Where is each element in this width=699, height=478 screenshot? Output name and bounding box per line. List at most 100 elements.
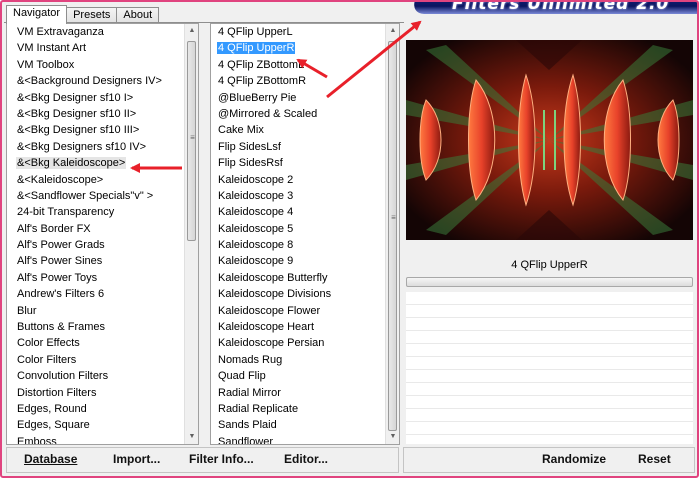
filter-info-button[interactable]: Filter Info...	[189, 452, 254, 466]
filter-list-item[interactable]: Flip SidesLsf	[211, 139, 399, 155]
filter-item-label: Kaleidoscope Heart	[218, 321, 315, 334]
category-item-label: &<Bkg Designer sf10 I>	[17, 91, 134, 104]
filter-list-item[interactable]: Quad Flip	[211, 368, 399, 384]
filter-list-item[interactable]: Sands Plaid	[211, 417, 399, 433]
scroll-up-icon[interactable]: ▲	[185, 24, 198, 38]
category-list-item[interactable]: &<Sandflower Specials"v" >	[7, 188, 198, 204]
category-list-item[interactable]: VM Toolbox	[7, 57, 198, 73]
filter-list-item[interactable]: Sandflower	[211, 434, 399, 444]
category-item-label: Alf's Power Grads	[17, 239, 105, 252]
filter-list-item[interactable]: Radial Replicate	[211, 401, 399, 417]
filter-list-item[interactable]: @BlueBerry Pie	[211, 90, 399, 106]
category-item-label: Convolution Filters	[17, 370, 109, 383]
category-list-item[interactable]: &<Kaleidoscope>	[7, 172, 198, 188]
category-list-item[interactable]: Color Filters	[7, 352, 198, 368]
filter-list-item[interactable]: 4 QFlip UpperR	[211, 40, 399, 56]
database-button[interactable]: Database	[24, 452, 77, 466]
category-list-item[interactable]: &<Bkg Kaleidoscope>	[7, 155, 198, 171]
category-list-item[interactable]: Alf's Power Sines	[7, 253, 198, 269]
category-list-item[interactable]: VM Extravaganza	[7, 24, 198, 40]
filter-item-label: Kaleidoscope 5	[218, 222, 294, 235]
category-list-item[interactable]: &<Bkg Designer sf10 II>	[7, 106, 198, 122]
filter-item-label: Kaleidoscope Butterfly	[218, 271, 328, 284]
category-list-item[interactable]: Distortion Filters	[7, 385, 198, 401]
category-list-item[interactable]: Emboss	[7, 434, 198, 444]
category-scroll-thumb[interactable]: ≡	[187, 41, 196, 241]
filter-list-item[interactable]: @Mirrored & Scaled	[211, 106, 399, 122]
category-list-item[interactable]: Edges, Square	[7, 417, 198, 433]
category-list-item[interactable]: 24-bit Transparency	[7, 204, 198, 220]
filter-list-item[interactable]: Kaleidoscope 9	[211, 253, 399, 269]
filter-item-label: Kaleidoscope Persian	[218, 337, 325, 350]
preview-image	[406, 40, 693, 240]
filter-list-item[interactable]: Kaleidoscope 2	[211, 172, 399, 188]
filter-list-item[interactable]: Kaleidoscope Butterfly	[211, 270, 399, 286]
filter-list-item[interactable]: 4 QFlip ZBottomL	[211, 57, 399, 73]
category-item-label: Color Filters	[17, 353, 77, 366]
import-button[interactable]: Import...	[113, 452, 160, 466]
filter-list-item[interactable]: Kaleidoscope Heart	[211, 319, 399, 335]
category-list-item[interactable]: &<Bkg Designer sf10 I>	[7, 90, 198, 106]
filter-list-item[interactable]: Kaleidoscope Divisions	[211, 286, 399, 302]
category-list-item[interactable]: Andrew's Filters 6	[7, 286, 198, 302]
scroll-down-icon[interactable]: ▼	[185, 430, 198, 444]
filter-list-item[interactable]: Kaleidoscope 3	[211, 188, 399, 204]
category-item-label: &<Bkg Designer sf10 III>	[17, 124, 140, 137]
grip-icon: ≡	[190, 133, 195, 142]
reset-button[interactable]: Reset	[638, 452, 671, 466]
filter-item-label: Quad Flip	[218, 370, 266, 383]
filter-list-item[interactable]: Kaleidoscope Flower	[211, 303, 399, 319]
category-list-item[interactable]: Color Effects	[7, 335, 198, 351]
filter-list-item[interactable]: Kaleidoscope 8	[211, 237, 399, 253]
category-list-item[interactable]: Convolution Filters	[7, 368, 198, 384]
category-list[interactable]: VM Extravaganza VM Instant Art VM Toolbox &…	[6, 23, 199, 445]
progress-bar	[406, 277, 693, 287]
category-item-label: Alf's Power Toys	[17, 271, 98, 284]
category-item-label: Edges, Square	[17, 419, 90, 432]
scroll-up-icon[interactable]: ▲	[386, 24, 399, 38]
tab-strip: Navigator Presets About	[6, 5, 160, 24]
filter-list[interactable]: 4 QFlip UpperL 4 QFlip UpperR 4 QFlip ZBot…	[210, 23, 400, 445]
category-item-label: Color Effects	[17, 337, 80, 350]
category-item-label: &<Bkg Designer sf10 II>	[17, 107, 137, 120]
filter-item-label: Radial Replicate	[218, 402, 299, 415]
filter-list-item[interactable]: Kaleidoscope 5	[211, 221, 399, 237]
filter-scrollbar[interactable]: ▲ ≡ ▼	[385, 24, 399, 444]
category-list-item[interactable]: Alf's Border FX	[7, 221, 198, 237]
category-item-label: VM Extravaganza	[17, 26, 104, 38]
category-list-item[interactable]: &<Background Designers IV>	[7, 73, 198, 89]
randomize-button[interactable]: Randomize	[542, 452, 606, 466]
filter-list-item[interactable]: Kaleidoscope 4	[211, 204, 399, 220]
filter-item-label: Cake Mix	[218, 124, 264, 137]
filter-item-label: 4 QFlip UpperL	[218, 26, 293, 38]
category-item-label: Alf's Border FX	[17, 222, 91, 235]
category-item-label: &<Bkg Kaleidoscope>	[16, 157, 127, 170]
category-list-item[interactable]: &<Bkg Designer sf10 III>	[7, 122, 198, 138]
filter-item-label: Kaleidoscope Divisions	[218, 288, 332, 301]
category-list-item[interactable]: &<Bkg Designers sf10 IV>	[7, 139, 198, 155]
filter-item-label: Kaleidoscope 4	[218, 206, 294, 219]
filter-item-label: Radial Mirror	[218, 386, 281, 399]
category-list-item[interactable]: Buttons & Frames	[7, 319, 198, 335]
filter-list-item[interactable]: Nomads Rug	[211, 352, 399, 368]
category-list-item[interactable]: Alf's Power Toys	[7, 270, 198, 286]
filter-list-item[interactable]: 4 QFlip UpperL	[211, 24, 399, 40]
category-item-label: Alf's Power Sines	[17, 255, 103, 268]
tab-navigator[interactable]: Navigator	[6, 5, 68, 24]
filter-list-item[interactable]: Cake Mix	[211, 122, 399, 138]
editor-button[interactable]: Editor...	[284, 452, 328, 466]
parameter-panel	[406, 292, 693, 444]
filter-list-item[interactable]: Kaleidoscope Persian	[211, 335, 399, 351]
filter-scroll-thumb[interactable]: ≡	[388, 41, 397, 431]
filters-unlimited-dialog: Filters Unlimited 2.0 Navigator Presets …	[0, 0, 699, 478]
category-list-item[interactable]: Alf's Power Grads	[7, 237, 198, 253]
filter-list-item[interactable]: Flip SidesRsf	[211, 155, 399, 171]
category-list-item[interactable]: Blur	[7, 303, 198, 319]
scroll-down-icon[interactable]: ▼	[386, 430, 399, 444]
category-list-item[interactable]: VM Instant Art	[7, 40, 198, 56]
category-scrollbar[interactable]: ▲ ≡ ▼	[184, 24, 198, 444]
category-item-label: VM Instant Art	[17, 42, 87, 55]
filter-list-item[interactable]: Radial Mirror	[211, 385, 399, 401]
filter-list-item[interactable]: 4 QFlip ZBottomR	[211, 73, 399, 89]
category-list-item[interactable]: Edges, Round	[7, 401, 198, 417]
